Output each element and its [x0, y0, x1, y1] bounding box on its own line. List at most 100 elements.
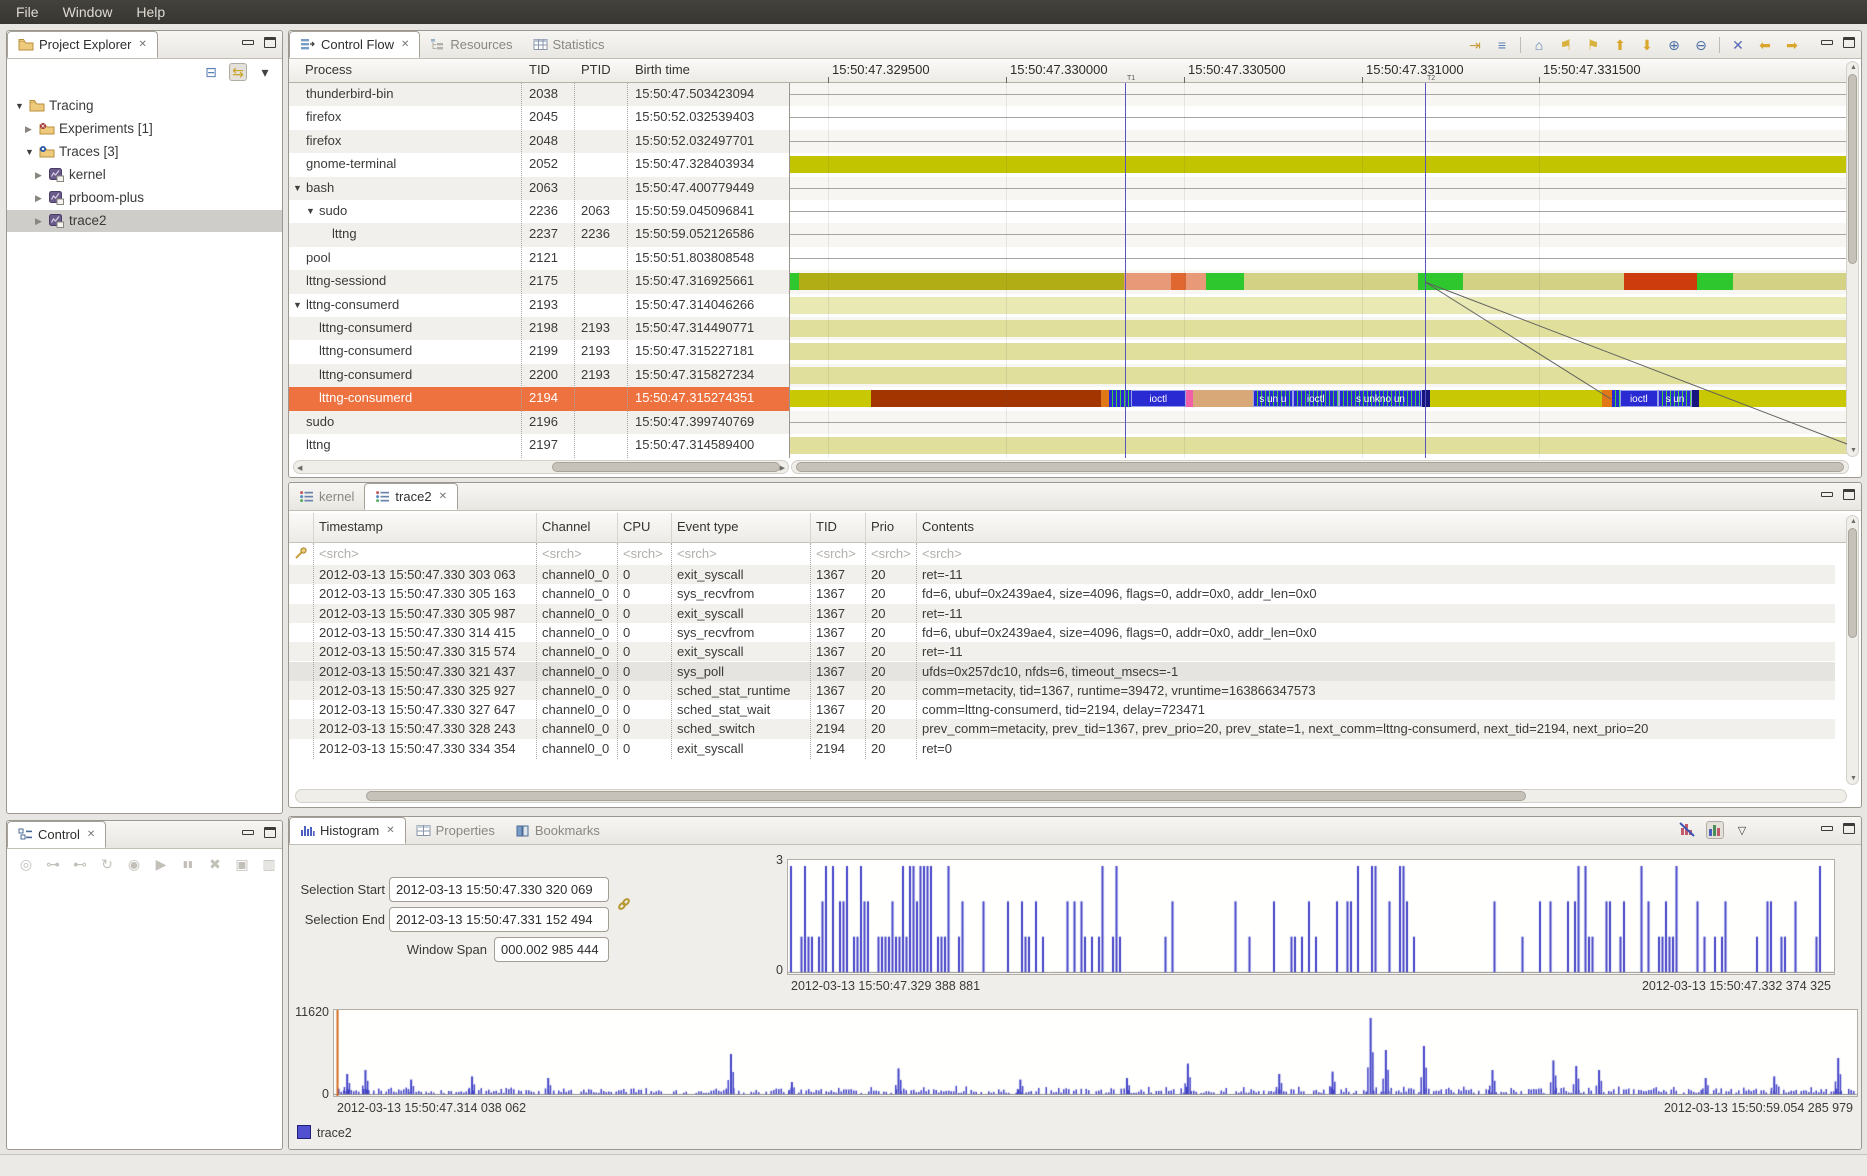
process-row-2121[interactable]: pool212115:50:51.803808548: [289, 247, 1848, 270]
minimize-icon[interactable]: [1821, 492, 1833, 497]
state-segment-ioctl[interactable]: ioctl: [1620, 390, 1658, 407]
expanded-arrow-icon[interactable]: ▼: [15, 101, 24, 111]
control-flow-vscrollbar[interactable]: ▲ ▼: [1846, 61, 1859, 457]
zoom-histogram-plot[interactable]: [787, 859, 1835, 975]
scrollbar-thumb[interactable]: [552, 462, 780, 472]
record-icon[interactable]: ◉: [125, 855, 143, 873]
close-icon[interactable]: ✕: [401, 39, 409, 50]
menu-item-window[interactable]: Window: [51, 0, 125, 24]
collapsed-arrow-icon[interactable]: ▶: [35, 170, 42, 181]
state-segment[interactable]: [1101, 390, 1109, 407]
collapsed-arrow-icon[interactable]: ▶: [35, 216, 42, 227]
state-segment[interactable]: [1699, 390, 1848, 407]
tab-control-flow[interactable]: Control Flow✕: [289, 31, 420, 58]
search-cell[interactable]: <srch>: [319, 546, 359, 561]
scroll-down-icon[interactable]: ▼: [1850, 447, 1857, 454]
process-row-2193[interactable]: ▼lttng-consumerd219315:50:47.314046266: [289, 294, 1848, 317]
search-cell[interactable]: <srch>: [871, 546, 911, 561]
column-header-timestamp[interactable]: Timestamp: [319, 519, 383, 534]
event-row[interactable]: 2012-03-13 15:50:47.330 314 415channel0_…: [289, 623, 1835, 642]
process-row-2237[interactable]: lttng2237223615:50:59.052126586: [289, 223, 1848, 246]
events-table-header[interactable]: TimestampChannelCPUEvent typeTIDPrioCont…: [289, 513, 1848, 543]
process-row-timeline[interactable]: [789, 317, 1848, 340]
search-cell[interactable]: <srch>: [816, 546, 856, 561]
state-segment-s-un-u[interactable]: s un u: [1253, 390, 1293, 407]
events-hscrollbar[interactable]: [295, 789, 1847, 803]
process-row-timeline[interactable]: [789, 130, 1848, 153]
state-segment[interactable]: [789, 320, 1848, 337]
state-segment[interactable]: [1124, 273, 1171, 290]
process-row-2196[interactable]: sudo219615:50:47.399740769: [289, 411, 1848, 434]
scroll-up-icon[interactable]: ▲: [1850, 64, 1857, 71]
maximize-icon[interactable]: [1843, 37, 1855, 48]
column-header-cpu[interactable]: CPU: [623, 519, 650, 534]
event-row[interactable]: 2012-03-13 15:50:47.330 325 927channel0_…: [289, 681, 1835, 700]
state-segment[interactable]: [1733, 273, 1848, 290]
tab-bookmarks[interactable]: Bookmarks: [505, 817, 610, 844]
window-span-input[interactable]: [494, 937, 609, 962]
tree-item-trace2[interactable]: ▶trace2: [7, 210, 282, 232]
state-segment[interactable]: [1430, 390, 1602, 407]
column-header-birth-time[interactable]: Birth time: [635, 62, 690, 77]
state-segment-ioctl[interactable]: ioctl: [1131, 390, 1186, 407]
state-segment[interactable]: [1193, 390, 1252, 407]
expanded-arrow-icon[interactable]: ▼: [293, 300, 302, 310]
close-icon[interactable]: ✕: [138, 39, 146, 50]
state-segment[interactable]: [1186, 273, 1206, 290]
column-header-channel[interactable]: Channel: [542, 519, 590, 534]
state-segment[interactable]: [1692, 390, 1699, 407]
tab-histogram[interactable]: Histogram✕: [289, 817, 406, 844]
event-row[interactable]: 2012-03-13 15:50:47.330 327 647channel0_…: [289, 700, 1835, 719]
state-segment[interactable]: [1697, 273, 1733, 290]
process-row-timeline[interactable]: [789, 294, 1848, 317]
column-header-tid[interactable]: TID: [816, 519, 837, 534]
scrollbar-thumb[interactable]: [796, 462, 1844, 472]
process-row-timeline[interactable]: [789, 83, 1848, 106]
process-row-2175[interactable]: lttng-sessiond217515:50:47.316925661: [289, 270, 1848, 293]
close-icon[interactable]: ✕: [386, 825, 394, 836]
column-header-ptid[interactable]: PTID: [581, 62, 611, 77]
hide-arrows-icon[interactable]: ✕: [1729, 36, 1747, 54]
show-legend-icon[interactable]: ≡: [1493, 36, 1511, 54]
search-cell[interactable]: <srch>: [623, 546, 663, 561]
state-segment[interactable]: [789, 156, 1848, 173]
state-segment[interactable]: [1624, 273, 1697, 290]
table-hscrollbar[interactable]: ◀ ▶: [293, 460, 789, 474]
event-row[interactable]: 2012-03-13 15:50:47.330 334 354channel0_…: [289, 739, 1835, 758]
snapshot-icon[interactable]: ▣: [233, 855, 251, 873]
full-range-histogram-canvas[interactable]: [334, 1010, 1857, 1096]
state-segment[interactable]: [789, 273, 799, 290]
scrollbar-thumb[interactable]: [366, 791, 1526, 801]
search-filter-row[interactable]: <srch><srch><srch><srch><srch><srch><src…: [289, 543, 1835, 565]
tab-kernel[interactable]: kernel: [289, 483, 364, 510]
state-segment-s-unkno-un[interactable]: s unkno un: [1339, 390, 1423, 407]
tab-resources[interactable]: Resources: [420, 31, 522, 58]
close-icon[interactable]: ✕: [87, 829, 95, 840]
state-segment[interactable]: [789, 343, 1848, 360]
process-row-2048[interactable]: firefox204815:50:52.032497701: [289, 130, 1848, 153]
expanded-arrow-icon[interactable]: ▼: [306, 206, 315, 216]
event-row[interactable]: 2012-03-13 15:50:47.330 303 063channel0_…: [289, 565, 1835, 584]
state-segment[interactable]: [1418, 273, 1463, 290]
process-row-timeline[interactable]: [789, 247, 1848, 270]
destroy-icon[interactable]: ✖: [206, 855, 224, 873]
process-row-timeline[interactable]: [789, 364, 1848, 387]
tree-item-prboom-plus[interactable]: ▶prboom-plus: [7, 187, 282, 209]
process-row-2197[interactable]: lttng219715:50:47.314589400: [289, 434, 1848, 457]
disconnect-icon[interactable]: ⊷: [71, 855, 89, 873]
state-segment[interactable]: [799, 273, 1125, 290]
search-cell[interactable]: <srch>: [922, 546, 962, 561]
process-row-timeline[interactable]: [789, 200, 1848, 223]
collapsed-arrow-icon[interactable]: ▶: [25, 124, 32, 135]
event-row[interactable]: 2012-03-13 15:50:47.330 305 163channel0_…: [289, 584, 1835, 603]
import-icon[interactable]: ▥: [260, 855, 278, 873]
start-trace-icon[interactable]: ▶: [152, 855, 170, 873]
process-row-timeline[interactable]: [789, 177, 1848, 200]
state-segment[interactable]: [871, 390, 1101, 407]
expanded-arrow-icon[interactable]: ▼: [25, 147, 34, 157]
move-up-icon[interactable]: ⬆: [1611, 36, 1629, 54]
collapse-all-icon[interactable]: ⊟: [202, 63, 220, 81]
tab-properties[interactable]: Properties: [406, 817, 505, 844]
state-segment[interactable]: [789, 437, 1848, 454]
event-row[interactable]: 2012-03-13 15:50:47.330 315 574channel0_…: [289, 642, 1835, 661]
